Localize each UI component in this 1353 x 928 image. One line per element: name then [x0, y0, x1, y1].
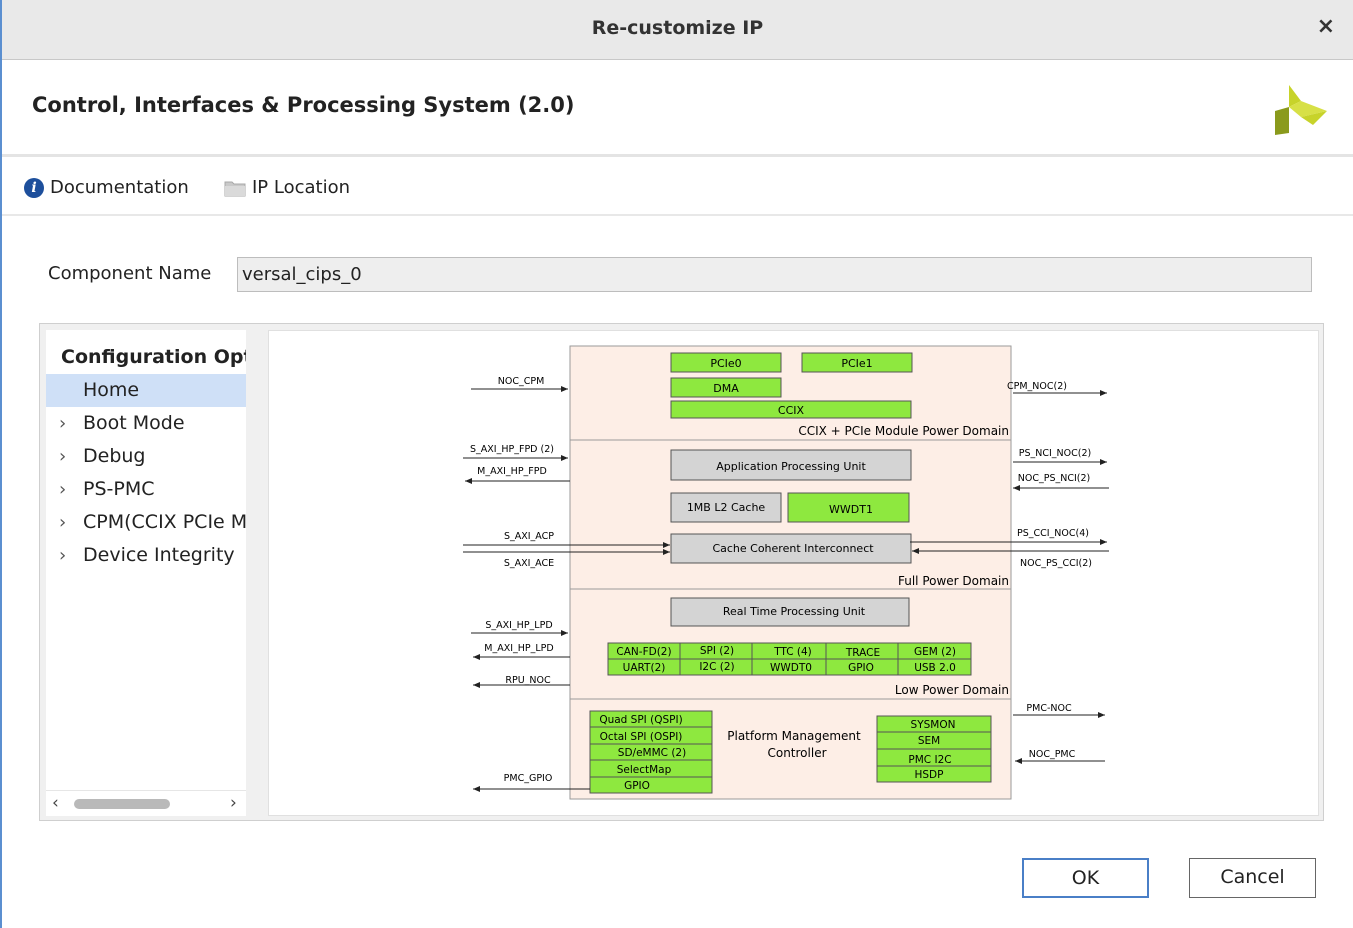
- pmc-item-label: SEM: [918, 735, 940, 747]
- pmc-right-blocks: SYSMON SEM PMC I2C HSDP: [876, 715, 992, 783]
- cips-block-diagram: CCIX + PCIe Module Power Domain Full Pow…: [463, 345, 1109, 800]
- documentation-link[interactable]: i Documentation: [24, 177, 189, 198]
- folder-icon: [224, 181, 246, 196]
- pmc-item-label: Octal SPI (OSPI): [600, 731, 683, 743]
- port-label: S_AXI_HP_LPD: [485, 620, 552, 631]
- pmc-item-label: SYSMON: [911, 719, 956, 731]
- ip-location-label: IP Location: [252, 177, 351, 198]
- nav-horizontal-scrollbar[interactable]: ‹ ›: [46, 790, 246, 816]
- ip-header: Control, Interfaces & Processing System …: [2, 61, 1353, 157]
- nav-item-cpm[interactable]: › CPM(CCIX PCIe Module): [46, 506, 246, 539]
- pmc-label-line2: Controller: [767, 746, 826, 760]
- scroll-thumb[interactable]: [74, 799, 170, 809]
- wwdt1-label: WWDT1: [829, 503, 873, 516]
- port-label: CPM_NOC(2): [1007, 381, 1067, 392]
- io-label: GPIO: [848, 662, 874, 674]
- nav-item-label: Debug: [83, 445, 146, 467]
- io-label: TRACE: [845, 647, 880, 659]
- info-icon: i: [24, 177, 44, 198]
- component-name-row: Component Name: [2, 255, 1353, 295]
- pmc-item-label: SD/eMMC (2): [618, 747, 686, 759]
- port-label: NOC_PMC: [1029, 749, 1076, 760]
- nav-item-label: Home: [83, 379, 140, 401]
- xilinx-logo-icon: [1275, 85, 1327, 135]
- io-label: WWDT0: [770, 662, 812, 674]
- port-label: PS_NCI_NOC(2): [1019, 448, 1091, 459]
- close-icon[interactable]: ×: [1317, 14, 1335, 39]
- component-name-label: Component Name: [48, 263, 212, 284]
- port-label: NOC_PS_NCI(2): [1018, 473, 1090, 484]
- full-domain-label: Full Power Domain: [898, 574, 1009, 588]
- rpu-label: Real Time Processing Unit: [723, 605, 866, 618]
- cci-label: Cache Coherent Interconnect: [712, 542, 874, 555]
- dma-label: DMA: [713, 382, 739, 395]
- pmc-item-label: HSDP: [915, 769, 944, 781]
- chevron-right-icon[interactable]: ›: [59, 473, 66, 506]
- pmc-item-label: GPIO: [624, 780, 650, 792]
- pmc-left-blocks: Quad SPI (QSPI) Octal SPI (OSPI) SD/eMMC…: [589, 710, 713, 794]
- cancel-button[interactable]: Cancel: [1189, 858, 1316, 898]
- ccix-label: CCIX: [778, 404, 805, 417]
- ip-title: Control, Interfaces & Processing System …: [32, 93, 575, 117]
- port-label: S_AXI_ACP: [504, 531, 554, 542]
- port-label: M_AXI_HP_FPD: [477, 466, 547, 477]
- pmc-item-label: Quad SPI (QSPI): [599, 714, 682, 726]
- pcie1-label: PCIe1: [841, 357, 872, 370]
- nav-item-label: CPM(CCIX PCIe Module): [83, 511, 246, 533]
- toolbar: i Documentation IP Location: [2, 160, 1353, 216]
- pmc-item-label: SelectMap: [617, 764, 672, 776]
- nav-item-debug[interactable]: › Debug: [46, 440, 246, 473]
- io-peripheral-grid: CAN-FD(2) SPI (2) TTC (4) TRACE GEM (2) …: [607, 642, 972, 676]
- port-label: RPU_NOC: [505, 675, 551, 686]
- recustomize-ip-dialog: Re-customize IP × Control, Interfaces & …: [0, 0, 1353, 928]
- nav-item-boot-mode[interactable]: › Boot Mode: [46, 407, 246, 440]
- port-label: S_AXI_ACE: [504, 558, 554, 569]
- port-label: M_AXI_HP_LPD: [484, 643, 553, 654]
- pcie0-label: PCIe0: [710, 357, 741, 370]
- scroll-right-icon[interactable]: ›: [230, 793, 237, 813]
- chevron-right-icon[interactable]: ›: [59, 407, 66, 440]
- port-label: PS_CCI_NOC(4): [1017, 528, 1089, 539]
- nav-item-ps-pmc[interactable]: › PS-PMC: [46, 473, 246, 506]
- nav-item-label: PS-PMC: [83, 478, 155, 500]
- low-domain-label: Low Power Domain: [895, 683, 1009, 697]
- io-label: TTC (4): [773, 646, 812, 658]
- ip-location-link[interactable]: IP Location: [224, 177, 350, 198]
- ok-button[interactable]: OK: [1022, 858, 1149, 898]
- l2-cache-label: 1MB L2 Cache: [687, 501, 766, 514]
- config-options-heading: Configuration Options: [61, 346, 246, 368]
- chevron-right-icon[interactable]: ›: [59, 506, 66, 539]
- nav-item-label: Device Integrity: [83, 544, 235, 566]
- port-label: PMC-NOC: [1026, 703, 1072, 714]
- port-label: NOC_PS_CCI(2): [1020, 558, 1092, 569]
- io-label: UART(2): [623, 662, 666, 674]
- content-frame: Configuration Options Home › Boot Mode ›…: [39, 323, 1324, 821]
- window-title: Re-customize IP: [591, 17, 764, 39]
- io-label: USB 2.0: [914, 662, 956, 674]
- pmc-item-label: PMC I2C: [908, 754, 951, 766]
- component-name-input[interactable]: [237, 257, 1312, 292]
- io-label: GEM (2): [914, 646, 956, 658]
- documentation-label: Documentation: [50, 177, 189, 198]
- chevron-right-icon[interactable]: ›: [59, 440, 66, 473]
- config-options-panel: Configuration Options Home › Boot Mode ›…: [46, 330, 246, 816]
- nav-item-home[interactable]: Home: [46, 374, 246, 407]
- io-label: I2C (2): [699, 661, 734, 673]
- port-label: S_AXI_HP_FPD (2): [470, 444, 554, 455]
- pmc-label-line1: Platform Management: [727, 729, 861, 743]
- scroll-left-icon[interactable]: ‹: [52, 793, 59, 813]
- apu-label: Application Processing Unit: [716, 460, 866, 473]
- nav-item-device-integrity[interactable]: › Device Integrity: [46, 539, 246, 572]
- cpm-domain-label: CCIX + PCIe Module Power Domain: [798, 424, 1009, 438]
- io-label: CAN-FD(2): [616, 646, 671, 658]
- block-diagram-panel: CCIX + PCIe Module Power Domain Full Pow…: [268, 330, 1319, 816]
- port-label: NOC_CPM: [498, 376, 545, 387]
- chevron-right-icon[interactable]: ›: [59, 539, 66, 572]
- port-label: PMC_GPIO: [504, 773, 553, 784]
- title-bar: Re-customize IP ×: [2, 0, 1353, 60]
- nav-item-label: Boot Mode: [83, 412, 185, 434]
- io-label: SPI (2): [700, 645, 734, 657]
